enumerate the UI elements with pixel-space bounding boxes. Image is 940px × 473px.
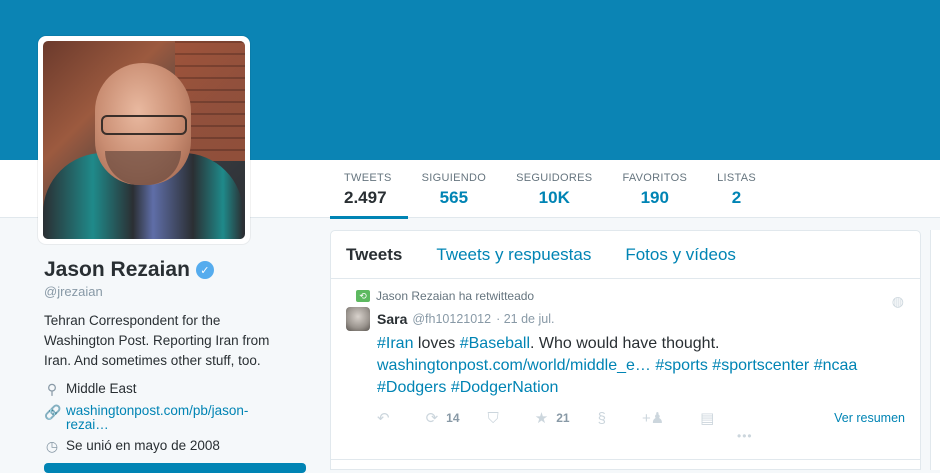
stat-value: 2.497	[344, 188, 387, 207]
view-summary-link[interactable]: Ver resumen	[834, 411, 905, 425]
profile-avatar[interactable]	[38, 36, 250, 244]
website-link[interactable]: washingtonpost.com/pb/jason-rezai…	[66, 404, 276, 432]
stat-label: SEGUIDORES	[516, 172, 593, 184]
hashtag-link[interactable]: #Baseball	[460, 335, 530, 352]
author-avatar[interactable]	[346, 307, 370, 331]
stat-value: 10K	[538, 188, 570, 207]
url-link[interactable]: washingtonpost.com/world/middle_e…	[377, 357, 651, 374]
stat-tweets[interactable]: TWEETS 2.497	[330, 160, 408, 219]
buffer-button[interactable]: ▤	[700, 409, 722, 427]
stat-value: 565	[439, 188, 469, 207]
star-icon: ★	[534, 410, 549, 427]
tweet-date[interactable]: · 21 de jul.	[496, 312, 554, 326]
pin-icon: ⚲	[46, 381, 58, 397]
tab-tweets-replies[interactable]: Tweets y respuestas	[436, 245, 591, 265]
tab-photos-videos[interactable]: Fotos y vídeos	[625, 245, 736, 265]
tab-tweets[interactable]: Tweets	[346, 245, 402, 265]
shield-icon: ⛉	[487, 409, 499, 427]
retweet-context: ⟲ Jason Rezaian ha retwitteado	[356, 289, 905, 303]
reply-button[interactable]: ↶	[377, 409, 398, 427]
favorite-count: 21	[556, 411, 570, 425]
joined-text: Se unió en mayo de 2008	[66, 438, 220, 453]
right-rail	[930, 230, 940, 470]
stat-following[interactable]: SIGUIENDO 565	[408, 160, 502, 218]
stat-label: LISTAS	[717, 172, 756, 184]
tweet-item[interactable]: ⟲ Jason Rezaian ha retwitteado ◍ Sara @f…	[331, 279, 920, 444]
tweet-text: #Iran loves #Baseball. Who would have th…	[377, 333, 907, 399]
stat-value: 190	[640, 188, 669, 207]
globe-icon: ◍	[891, 293, 904, 309]
profile-handle[interactable]: @jrezaian	[44, 284, 314, 299]
hashtag-link[interactable]: #Dodgers	[377, 379, 446, 396]
tweet-text-part: . Who would have thought.	[530, 335, 720, 352]
retweet-button[interactable]: ⟳ 14	[426, 409, 460, 427]
hashtag-link[interactable]: #sports	[655, 357, 707, 374]
profile-name[interactable]: Jason Rezaian	[44, 258, 190, 282]
add-user-icon: +♟	[641, 410, 665, 427]
author-name[interactable]: Sara	[377, 311, 407, 327]
verified-badge-icon: ✓	[195, 261, 214, 279]
retweet-note: Jason Rezaian ha retwitteado	[376, 289, 535, 303]
stat-followers[interactable]: SEGUIDORES 10K	[502, 160, 608, 218]
tweet-text-part: loves	[413, 335, 460, 352]
clock-icon: ◷	[45, 438, 59, 454]
quote-icon: §	[597, 409, 606, 427]
hashtag-link[interactable]: #ncaa	[814, 357, 858, 374]
profile-website: 🔗 washingtonpost.com/pb/jason-rezai…	[44, 404, 314, 432]
stat-favorites[interactable]: FAVORITOS 190	[608, 160, 703, 218]
stat-value: 2	[731, 188, 742, 207]
hashtag-link[interactable]: #sportscenter	[712, 357, 809, 374]
profile-stats: TWEETS 2.497 SIGUIENDO 565 SEGUIDORES 10…	[330, 160, 772, 219]
retweet-action-icon: ⟳	[425, 410, 439, 427]
vine-button[interactable]: §	[598, 410, 614, 427]
hashtag-link[interactable]: #DodgerNation	[451, 379, 559, 396]
tweet-actions: ↶ ⟳ 14 ⛉ ★ 21 § +♟ ▤ ••• Ver resumen	[377, 409, 905, 444]
profile-bio: Tehran Correspondent for the Washington …	[44, 313, 270, 368]
hashtag-link[interactable]: #Iran	[377, 335, 413, 352]
retweet-icon: ⟲	[356, 290, 370, 302]
location-text: Middle East	[66, 381, 137, 396]
author-handle[interactable]: @fh10121012	[412, 312, 491, 326]
profile-action-button[interactable]	[44, 463, 306, 473]
reply-icon: ↶	[377, 410, 390, 427]
stack-icon: ▤	[700, 410, 715, 427]
avatar-photo	[43, 41, 245, 239]
pocket-button[interactable]: ⛉	[488, 410, 507, 427]
profile-joined: ◷ Se unió en mayo de 2008	[44, 438, 314, 455]
link-icon: 🔗	[44, 404, 62, 420]
tweet-divider	[331, 459, 920, 460]
stat-label: SIGUIENDO	[421, 172, 487, 184]
favorite-button[interactable]: ★ 21	[535, 409, 570, 427]
stat-lists[interactable]: LISTAS 2	[703, 160, 772, 218]
stat-label: FAVORITOS	[622, 172, 688, 184]
retweet-count: 14	[446, 411, 460, 425]
profile-location: ⚲ Middle East	[44, 381, 314, 398]
timeline-tabs: Tweets Tweets y respuestas Fotos y vídeo…	[331, 231, 920, 279]
more-icon[interactable]: •••	[737, 429, 753, 443]
follow-button[interactable]: +♟	[642, 409, 672, 427]
profile-card: Jason Rezaian ✓ @jrezaian Tehran Corresp…	[44, 258, 314, 455]
timeline-panel: Tweets Tweets y respuestas Fotos y vídeo…	[330, 230, 921, 470]
stat-label: TWEETS	[344, 172, 392, 184]
